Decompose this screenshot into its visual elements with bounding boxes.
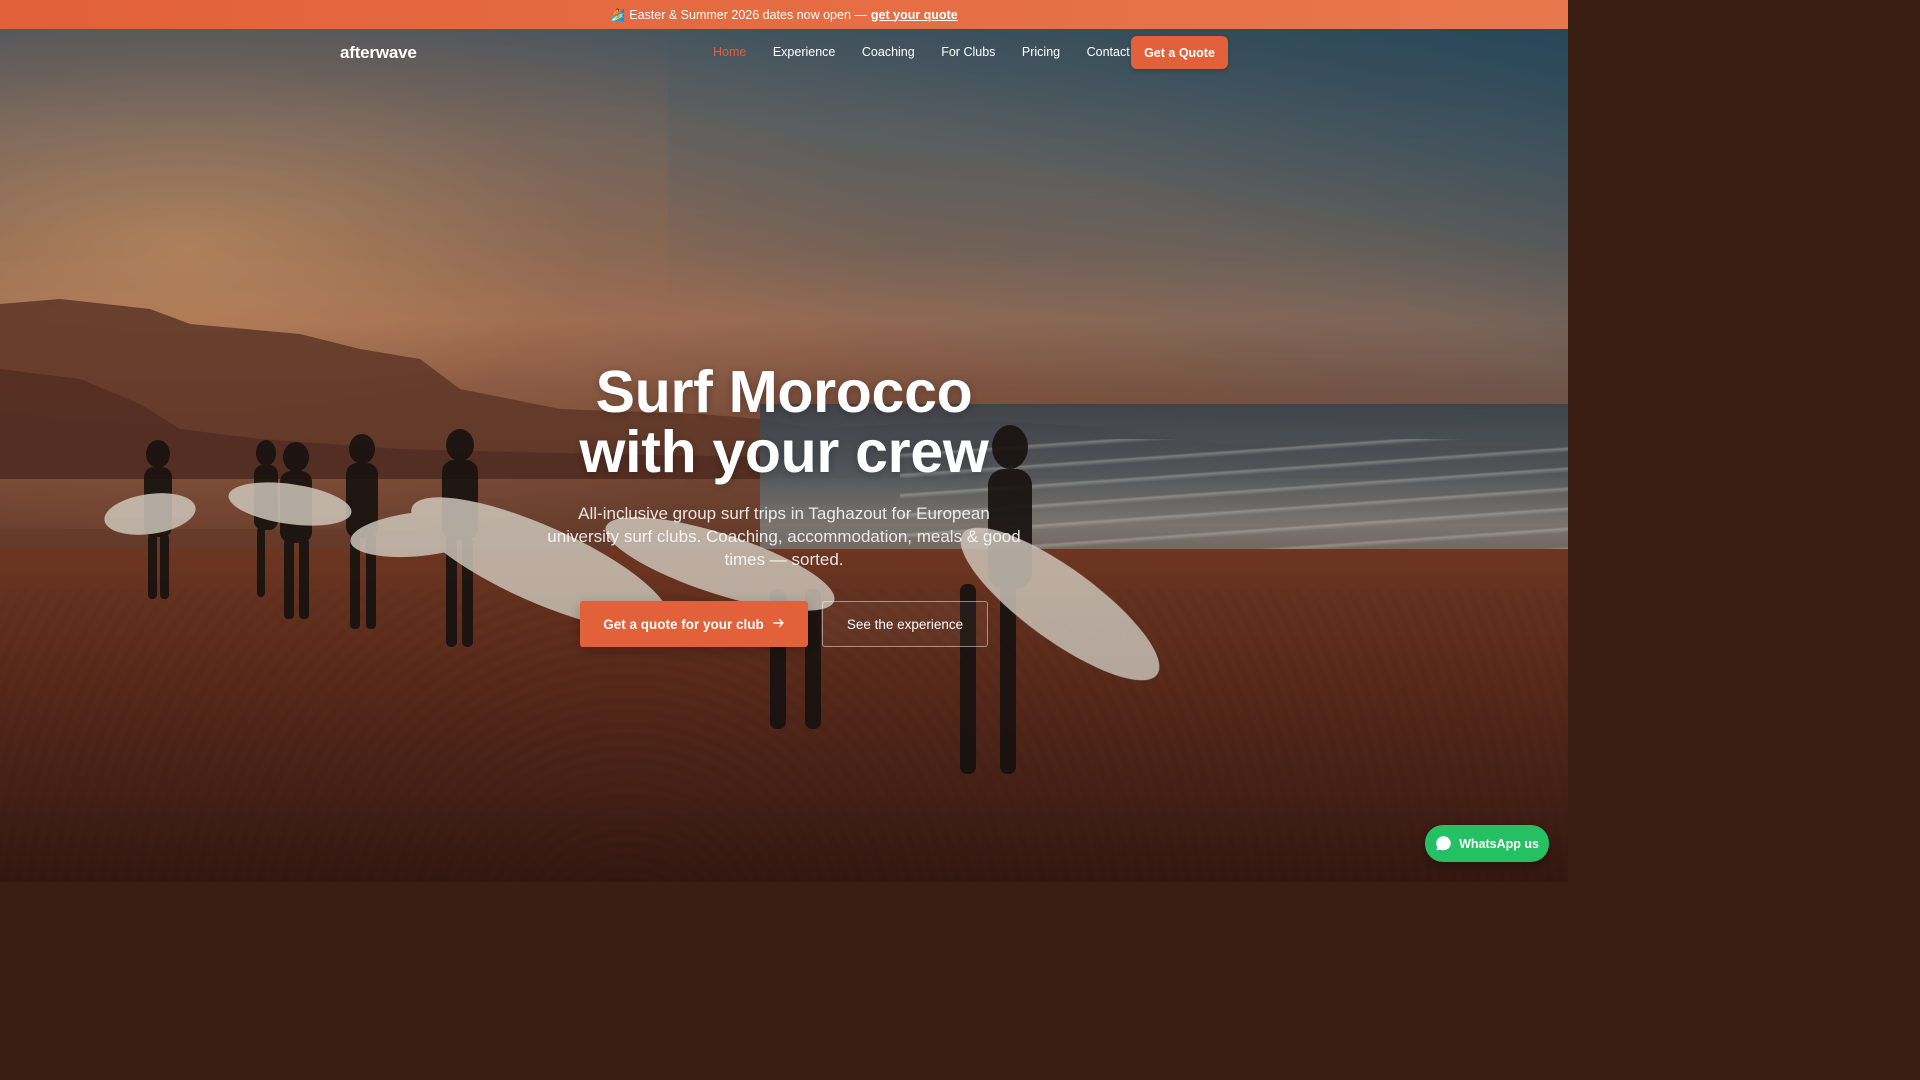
nav-link-pricing[interactable]: Pricing [1022,45,1060,59]
nav-link-experience[interactable]: Experience [773,45,836,59]
headline-line-1: Surf Morocco [595,359,973,425]
whatsapp-label: WhatsApp us [1459,836,1539,851]
see-experience-button[interactable]: See the experience [822,601,988,647]
hero-section: Surf Morocco with your crew All-inclusiv… [0,0,1568,882]
headline-line-2: with your crew [579,419,989,485]
nav-link-home[interactable]: Home [713,45,746,59]
whatsapp-button[interactable]: WhatsApp us [1425,825,1549,862]
announcement-bar: 🏄 Easter & Summer 2026 dates now open — … [0,0,1568,29]
announcement-quote-link[interactable]: get your quote [871,8,958,22]
nav-link-contact[interactable]: Contact [1087,45,1130,59]
arrow-right-icon [773,616,785,632]
top-navigation: afterwave Home Experience Coaching For C… [0,29,1568,75]
announcement-text: Easter & Summer 2026 dates now open — [629,7,867,22]
site-logo[interactable]: afterwave [340,43,417,63]
surfer-icon: 🏄 [610,7,626,22]
quote-for-club-button[interactable]: Get a quote for your club [580,601,808,647]
hero-subheading: All-inclusive group surf trips in Taghaz… [547,504,1021,569]
chat-bubble-icon [1435,835,1452,852]
quote-for-club-label: Get a quote for your club [603,616,764,632]
nav-link-for-clubs[interactable]: For Clubs [941,45,995,59]
nav-links: Home Experience Coaching For Clubs Prici… [713,29,1156,75]
hero-headline: Surf Morocco with your crew [484,362,1084,482]
get-quote-button[interactable]: Get a Quote [1131,36,1228,69]
nav-link-coaching[interactable]: Coaching [862,45,915,59]
